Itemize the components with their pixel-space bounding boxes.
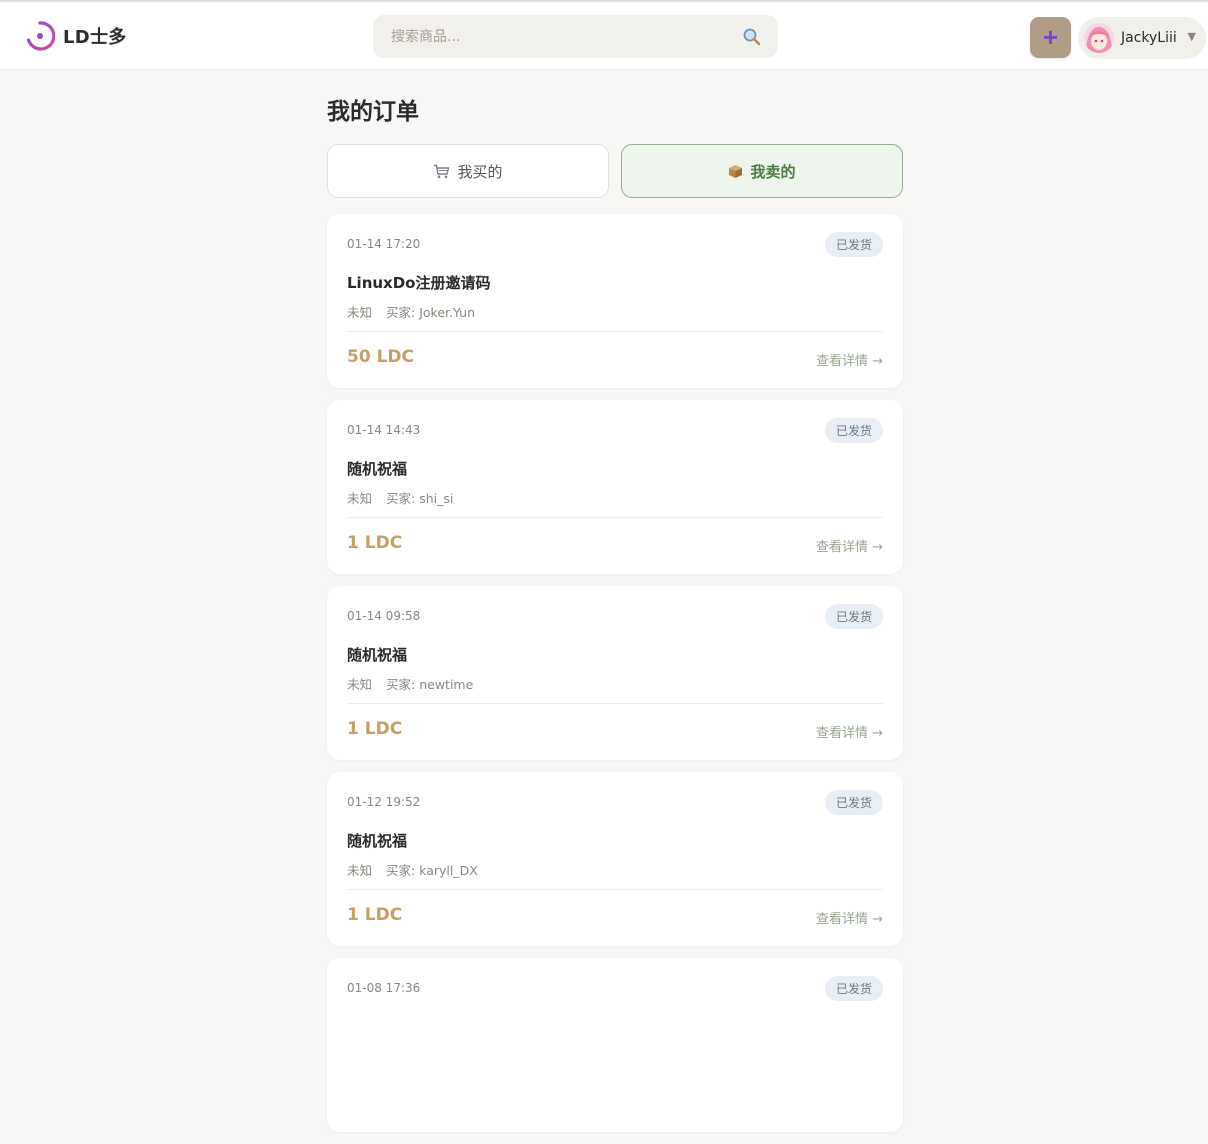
divider [347,517,883,518]
order-title: 随机祝福 [347,646,408,664]
page-title: 我的订单 [327,99,419,125]
avatar [1084,23,1114,53]
order-time: 01-08 17:36 [347,981,421,995]
brand-name: LD士多 [63,27,127,48]
status-badge: 已发货 [824,604,883,629]
logo-icon [26,21,55,51]
order-tag: 未知 [347,677,373,692]
search-input[interactable] [389,27,742,46]
search-bar [373,15,778,58]
order-title: 随机祝福 [347,460,408,478]
order-tag: 未知 [347,305,373,320]
order-tag: 未知 [347,491,373,506]
search-icon[interactable] [742,27,762,47]
order-buyer: 买家: newtime [386,677,474,692]
status-badge: 已发货 [824,790,883,815]
order-meta: 未知 买家: Joker.Yun [347,302,475,321]
view-details-link[interactable]: 查看详情 → [816,350,883,369]
order-card[interactable]: 01-14 14:43 已发货 随机祝福 未知 买家: shi_si 1 LDC … [327,400,903,574]
order-meta: 未知 买家: newtime [347,674,473,693]
order-price: 1 LDC [347,905,403,925]
tab-purchases-label: 我买的 [457,162,503,181]
order-price: 50 LDC [347,347,414,367]
tab-sales-label: 我卖的 [750,162,796,181]
order-card[interactable]: 01-14 09:58 已发货 随机祝福 未知 买家: newtime 1 LDC… [327,586,903,760]
shopping-cart-icon [433,164,450,179]
tab-sales[interactable]: 我卖的 [621,144,903,198]
order-tag: 未知 [347,863,373,878]
status-badge: 已发货 [824,976,883,1001]
order-meta: 未知 买家: karyll_DX [347,860,478,879]
order-price: 1 LDC [347,533,403,553]
order-card[interactable]: 01-12 19:52 已发货 随机祝福 未知 买家: karyll_DX 1 L… [327,772,903,946]
order-card[interactable]: 01-14 17:20 已发货 LinuxDo注册邀请码 未知 买家: Joker… [327,214,903,388]
order-buyer: 买家: karyll_DX [386,863,478,878]
order-price: 1 LDC [347,719,403,739]
add-product-button[interactable]: + [1030,17,1071,58]
order-time: 01-12 19:52 [347,795,421,809]
divider [347,703,883,704]
view-details-link[interactable]: 查看详情 → [816,908,883,927]
order-time: 01-14 14:43 [347,423,421,437]
username: JackyLiii [1121,30,1177,46]
status-badge: 已发货 [824,418,883,443]
order-time: 01-14 09:58 [347,609,421,623]
order-title: LinuxDo注册邀请码 [347,274,491,292]
plus-icon: + [1042,21,1059,52]
order-buyer: 买家: shi_si [386,491,454,506]
order-title: 随机祝福 [347,832,408,850]
tab-purchases[interactable]: 我买的 [327,144,609,198]
status-badge: 已发货 [824,232,883,257]
chevron-down-icon: ▼ [1187,30,1196,43]
order-tabs: 我买的 我卖的 [327,144,903,198]
user-menu[interactable]: JackyLiii ▼ [1078,17,1206,59]
order-meta: 未知 买家: shi_si [347,488,453,507]
order-buyer: 买家: Joker.Yun [386,305,476,320]
brand-logo[interactable]: LD士多 [25,19,127,53]
view-details-link[interactable]: 查看详情 → [816,536,883,555]
divider [347,889,883,890]
view-details-link[interactable]: 查看详情 → [816,722,883,741]
order-card[interactable]: 01-08 17:36 已发货 [327,958,903,1132]
order-time: 01-14 17:20 [347,237,421,251]
order-list: 01-14 17:20 已发货 LinuxDo注册邀请码 未知 买家: Joker… [327,214,903,1144]
divider [347,331,883,332]
top-navbar: LD士多 + JackyLiii ▼ [0,2,1208,70]
package-icon [728,164,743,179]
